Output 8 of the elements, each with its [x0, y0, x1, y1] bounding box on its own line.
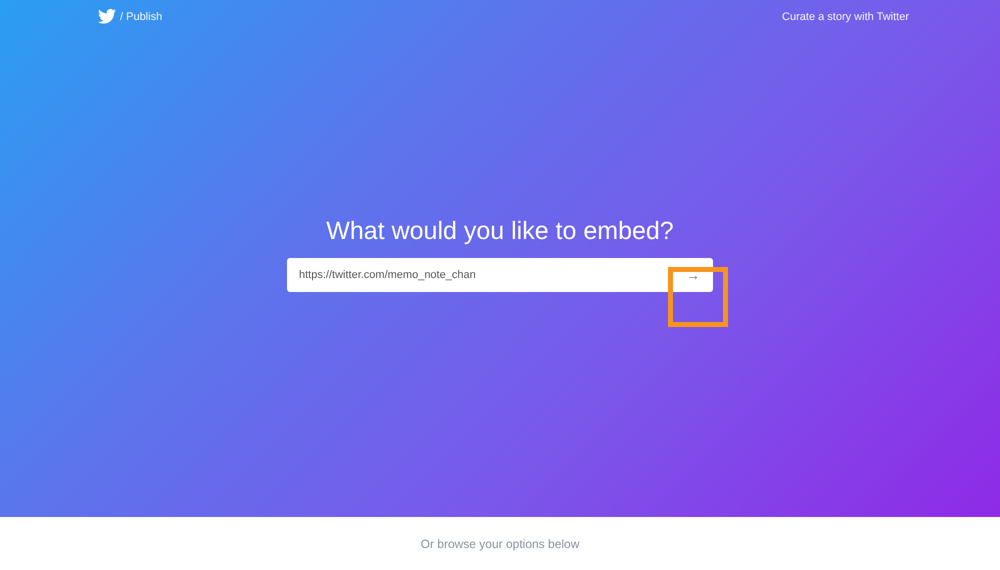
highlight-frame	[668, 267, 728, 327]
curate-link[interactable]: Curate a story with Twitter	[782, 10, 909, 22]
submit-button[interactable]: →	[673, 258, 713, 292]
bird-icon	[98, 9, 116, 24]
hero-title: What would you like to embed?	[326, 217, 674, 246]
url-field[interactable]: https://twitter.com/memo_note_chan →	[287, 258, 713, 292]
browse-options-text: Or browse your options below	[420, 536, 580, 550]
publish-link[interactable]: / Publish	[120, 10, 162, 22]
